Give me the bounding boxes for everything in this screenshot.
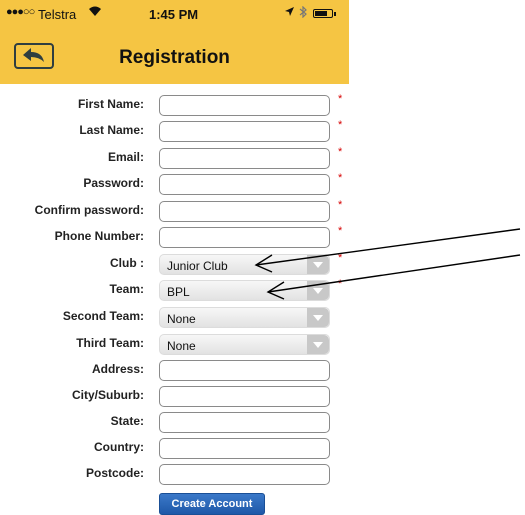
chevron-down-icon xyxy=(307,281,329,300)
required-marker: * xyxy=(338,93,343,105)
phone-screen: ●●●○○ Telstra 1:45 PM Registration First… xyxy=(0,0,349,515)
page-title: Registration xyxy=(119,47,230,68)
postcode-field[interactable] xyxy=(159,464,330,485)
third-team-select[interactable]: None xyxy=(159,334,330,355)
wifi-icon xyxy=(88,5,102,20)
address-row: Address: xyxy=(0,359,349,383)
navigation-bar: Registration xyxy=(0,27,349,84)
chevron-down-icon xyxy=(307,335,329,354)
address-label: Address: xyxy=(91,362,144,376)
third-team-label: Third Team: xyxy=(76,336,144,350)
last-name-row: Last Name: * xyxy=(0,119,349,144)
confirm-password-field[interactable] xyxy=(159,201,330,222)
chevron-down-icon xyxy=(307,308,329,327)
first-name-label: First Name: xyxy=(77,97,144,111)
second-team-select[interactable]: None xyxy=(159,307,330,328)
required-marker: * xyxy=(338,172,343,184)
location-arrow-icon xyxy=(284,6,295,20)
phone-number-label: Phone Number: xyxy=(54,229,144,243)
country-field[interactable] xyxy=(159,438,330,459)
email-label: Email: xyxy=(107,150,144,164)
team-row: Team: BPL * xyxy=(0,278,349,303)
required-marker: * xyxy=(338,146,343,158)
carrier-name: Telstra xyxy=(38,7,77,22)
team-label: Team: xyxy=(109,282,144,296)
team-selected-value: BPL xyxy=(167,285,190,299)
required-marker: * xyxy=(338,199,343,211)
team-select[interactable]: BPL xyxy=(159,280,330,301)
city-label: City/Suburb: xyxy=(72,388,144,402)
club-label: Club : xyxy=(110,256,144,270)
password-label: Password: xyxy=(83,176,144,190)
confirm-password-label: Confirm password: xyxy=(34,203,144,217)
confirm-password-row: Confirm password: * xyxy=(0,199,349,224)
first-name-field[interactable] xyxy=(159,95,330,116)
state-row: State: xyxy=(0,411,349,435)
club-select[interactable]: Junior Club xyxy=(159,254,330,275)
country-label: Country: xyxy=(94,440,144,454)
postcode-row: Postcode: xyxy=(0,463,349,487)
city-row: City/Suburb: xyxy=(0,385,349,409)
create-account-button[interactable]: Create Account xyxy=(159,493,265,515)
club-selected-value: Junior Club xyxy=(167,259,228,273)
password-row: Password: * xyxy=(0,172,349,197)
bluetooth-icon xyxy=(299,5,307,21)
phone-number-field[interactable] xyxy=(159,227,330,248)
required-marker: * xyxy=(338,119,343,131)
required-marker: * xyxy=(338,252,343,264)
club-row: Club : Junior Club * xyxy=(0,252,349,277)
email-row: Email: * xyxy=(0,146,349,171)
third-team-row: Third Team: None xyxy=(0,333,349,357)
second-team-selected-value: None xyxy=(167,312,196,326)
country-row: Country: xyxy=(0,437,349,461)
address-field[interactable] xyxy=(159,360,330,381)
second-team-row: Second Team: None xyxy=(0,306,349,330)
last-name-field[interactable] xyxy=(159,121,330,142)
last-name-label: Last Name: xyxy=(79,123,144,137)
email-field[interactable] xyxy=(159,148,330,169)
clock-time: 1:45 PM xyxy=(149,7,199,22)
phone-row: Phone Number: * xyxy=(0,225,349,250)
state-label: State: xyxy=(110,414,144,428)
second-team-label: Second Team: xyxy=(62,309,144,323)
state-field[interactable] xyxy=(159,412,330,433)
status-bar: ●●●○○ Telstra 1:45 PM xyxy=(0,0,349,27)
password-field[interactable] xyxy=(159,174,330,195)
battery-icon xyxy=(313,9,336,18)
required-marker: * xyxy=(338,225,343,237)
postcode-label: Postcode: xyxy=(85,466,144,480)
required-marker: * xyxy=(338,278,343,290)
signal-strength: ●●●○○ xyxy=(6,6,35,18)
screenshot: ●●●○○ Telstra 1:45 PM Registration First… xyxy=(0,0,525,515)
city-field[interactable] xyxy=(159,386,330,407)
third-team-selected-value: None xyxy=(167,339,196,353)
chevron-down-icon xyxy=(307,255,329,274)
first-name-row: First Name: * xyxy=(0,93,349,118)
